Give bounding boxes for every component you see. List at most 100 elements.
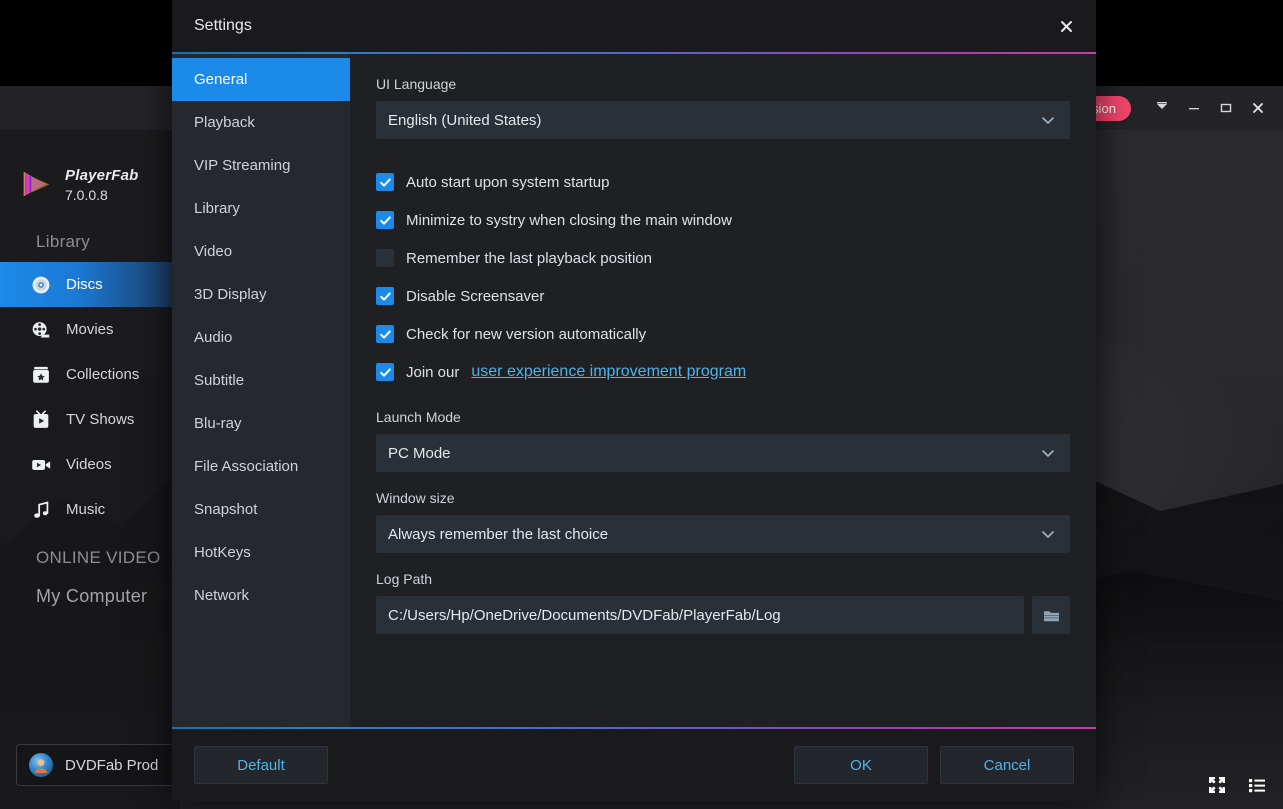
nav-item-collections[interactable]: Collections [0, 352, 180, 397]
app-left-navigation: PlayerFab 7.0.0.8 Library Discs [0, 130, 180, 809]
checkbox-remember-playback-position[interactable] [376, 249, 394, 267]
log-path-row: C:/Users/Hp/OneDrive/Documents/DVDFab/Pl… [376, 596, 1070, 634]
settings-tab-snapshot[interactable]: Snapshot [172, 488, 350, 531]
checkbox-row-auto-start[interactable]: Auto start upon system startup [376, 163, 1070, 201]
avatar-face-icon [31, 755, 51, 775]
window-size-select[interactable]: Always remember the last choice [376, 515, 1070, 553]
avatar [29, 753, 53, 777]
ok-button[interactable]: OK [794, 746, 928, 784]
settings-category-list: General Playback VIP Streaming Library V… [172, 54, 350, 727]
nav-item-label: Movies [66, 321, 114, 338]
playlist-icon[interactable] [1247, 775, 1267, 795]
checkbox-row-check-new-version[interactable]: Check for new version automatically [376, 315, 1070, 353]
general-checkbox-list: Auto start upon system startup Minimize … [376, 163, 1070, 391]
nav-section-library: Library [0, 216, 180, 262]
checkmark-icon [379, 214, 392, 227]
checkmark-icon [379, 366, 392, 379]
brand-block: PlayerFab 7.0.0.8 [0, 130, 180, 216]
screen-root: Version [0, 0, 1283, 809]
film-reel-icon [30, 319, 52, 341]
music-note-icon [30, 499, 52, 521]
close-button[interactable] [1243, 94, 1273, 122]
checkbox-label: Disable Screensaver [406, 288, 544, 305]
default-button[interactable]: Default [194, 746, 328, 784]
minimize-icon [1187, 101, 1201, 115]
playerfab-logo-icon [18, 166, 56, 204]
log-path-input[interactable]: C:/Users/Hp/OneDrive/Documents/DVDFab/Pl… [376, 596, 1024, 634]
checkbox-row-remember-playback-position[interactable]: Remember the last playback position [376, 239, 1070, 277]
checkmark-icon [379, 176, 392, 189]
checkbox-join-uei-program[interactable] [376, 363, 394, 381]
launch-mode-value: PC Mode [388, 445, 451, 462]
checkbox-check-new-version[interactable] [376, 325, 394, 343]
settings-tab-library[interactable]: Library [172, 187, 350, 230]
settings-tab-vip-streaming[interactable]: VIP Streaming [172, 144, 350, 187]
brand-name: PlayerFab [65, 167, 139, 184]
app-version: 7.0.0.8 [65, 187, 139, 203]
fullscreen-icon[interactable] [1207, 775, 1227, 795]
maximize-icon [1219, 101, 1233, 115]
checkbox-label: Join our [406, 364, 459, 381]
window-size-value: Always remember the last choice [388, 526, 608, 543]
checkbox-disable-screensaver[interactable] [376, 287, 394, 305]
settings-tab-3d-display[interactable]: 3D Display [172, 273, 350, 316]
launch-mode-label: Launch Mode [376, 409, 1070, 425]
user-experience-improvement-program-link[interactable]: user experience improvement program [471, 363, 746, 381]
nav-section-my-computer: My Computer [0, 578, 180, 617]
nav-item-music[interactable]: Music [0, 487, 180, 532]
cancel-button[interactable]: Cancel [940, 746, 1074, 784]
nav-item-tv-shows[interactable]: TV Shows [0, 397, 180, 442]
checkbox-label: Minimize to systry when closing the main… [406, 212, 732, 229]
nav-item-label: Videos [66, 456, 112, 473]
checkmark-icon [379, 290, 392, 303]
checkbox-row-disable-screensaver[interactable]: Disable Screensaver [376, 277, 1070, 315]
chevron-down-icon [1040, 445, 1056, 461]
settings-tab-file-association[interactable]: File Association [172, 445, 350, 488]
settings-tab-subtitle[interactable]: Subtitle [172, 359, 350, 402]
nav-item-discs[interactable]: Discs [0, 262, 180, 307]
brand-text: PlayerFab 7.0.0.8 [65, 167, 139, 202]
log-path-label: Log Path [376, 571, 1070, 587]
settings-tab-video[interactable]: Video [172, 230, 350, 273]
chevron-down-icon [1040, 526, 1056, 542]
more-options-icon[interactable] [1147, 94, 1177, 122]
checkbox-row-join-uei-program[interactable]: Join our user experience improvement pro… [376, 353, 1070, 391]
settings-close-button[interactable] [1052, 12, 1080, 40]
checkbox-label: Remember the last playback position [406, 250, 652, 267]
nav-item-label: Collections [66, 366, 139, 383]
settings-tab-audio[interactable]: Audio [172, 316, 350, 359]
ui-language-value: English (United States) [388, 112, 541, 129]
minimize-button[interactable] [1179, 94, 1209, 122]
settings-tab-network[interactable]: Network [172, 574, 350, 617]
folder-icon [1042, 606, 1061, 625]
launch-mode-select[interactable]: PC Mode [376, 434, 1070, 472]
close-icon [1251, 101, 1265, 115]
checkbox-row-minimize-to-systray[interactable]: Minimize to systry when closing the main… [376, 201, 1070, 239]
settings-tab-hotkeys[interactable]: HotKeys [172, 531, 350, 574]
maximize-button[interactable] [1211, 94, 1241, 122]
nav-item-label: TV Shows [66, 411, 134, 428]
ui-language-select[interactable]: English (United States) [376, 101, 1070, 139]
settings-footer: Default OK Cancel [172, 729, 1096, 801]
settings-titlebar: Settings [172, 0, 1096, 52]
checkbox-minimize-to-systray[interactable] [376, 211, 394, 229]
log-path-group: Log Path C:/Users/Hp/OneDrive/Documents/… [376, 571, 1070, 634]
settings-tab-playback[interactable]: Playback [172, 101, 350, 144]
window-size-label: Window size [376, 490, 1070, 506]
checkbox-auto-start[interactable] [376, 173, 394, 191]
settings-general-panel: UI Language English (United States) [350, 54, 1096, 727]
collection-box-icon [30, 364, 52, 386]
nav-item-videos[interactable]: Videos [0, 442, 180, 487]
settings-tab-blu-ray[interactable]: Blu-ray [172, 402, 350, 445]
log-path-browse-button[interactable] [1032, 596, 1070, 634]
ui-language-label: UI Language [376, 76, 1070, 92]
chevron-double-down-icon [1155, 101, 1169, 115]
nav-item-label: Music [66, 501, 105, 518]
settings-dialog: Settings General Playback VIP Streaming … [172, 0, 1096, 801]
checkbox-label: Auto start upon system startup [406, 174, 609, 191]
nav-item-movies[interactable]: Movies [0, 307, 180, 352]
nav-section-online-video: ONLINE VIDEO [0, 532, 180, 578]
close-icon [1059, 19, 1074, 34]
launch-mode-group: Launch Mode PC Mode [376, 409, 1070, 472]
settings-tab-general[interactable]: General [172, 58, 350, 101]
